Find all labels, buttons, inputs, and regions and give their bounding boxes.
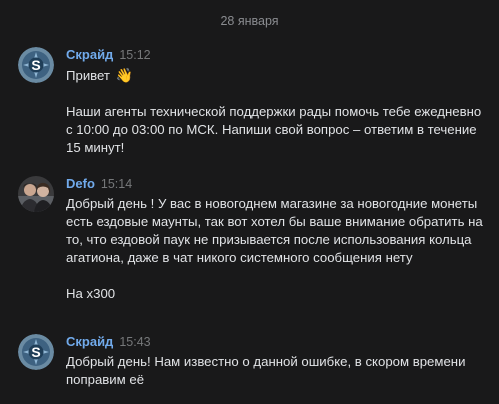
waving-hand-icon: 👋 [115, 67, 134, 83]
message-text: Привет [66, 68, 110, 83]
message-header: Defo 15:14 [66, 176, 132, 192]
message-body: Привет 👋 Наши агенты технической поддерж… [66, 66, 486, 157]
svg-text:S: S [31, 57, 40, 73]
message-text: Добрый день! Нам известно о данной ошибк… [66, 354, 466, 387]
message-3: S Скрайд 15:43 Добрый день! Нам известно … [18, 334, 488, 394]
message-time[interactable]: 15:12 [119, 48, 150, 62]
message-time[interactable]: 15:43 [119, 335, 150, 349]
skryd-logo-avatar[interactable]: S [18, 47, 54, 83]
message-time[interactable]: 15:14 [101, 177, 132, 191]
message-header: Скрайд 15:12 [66, 47, 151, 63]
chat-history: 28 января S Скрайд 15:12 Привет 👋 Наши аг… [0, 0, 499, 404]
author-name[interactable]: Defo [66, 176, 95, 191]
author-name[interactable]: Скрайд [66, 334, 113, 349]
message-body: Добрый день! Нам известно о данной ошибк… [66, 353, 486, 389]
message-header: Скрайд 15:43 [66, 334, 151, 350]
message-text: Добрый день ! У вас в новогоднем магазин… [66, 196, 483, 265]
defo-avatar[interactable] [18, 176, 54, 212]
skryd-logo-avatar[interactable]: S [18, 334, 54, 370]
skryd-logo-icon: S [18, 47, 54, 83]
skryd-logo-icon: S [18, 334, 54, 370]
message-body: Добрый день ! У вас в новогоднем магазин… [66, 195, 486, 303]
message-text: На х300 [66, 286, 116, 301]
user-photo-icon [18, 176, 54, 212]
message-1: S Скрайд 15:12 Привет 👋 Наши агенты техни… [18, 47, 488, 157]
date-separator: 28 января [220, 14, 279, 28]
svg-text:S: S [31, 344, 40, 360]
author-name[interactable]: Скрайд [66, 47, 113, 62]
message-2: Defo 15:14 Добрый день ! У вас в новогодн… [18, 176, 488, 316]
message-text: Наши агенты технической поддержки рады п… [66, 104, 482, 155]
